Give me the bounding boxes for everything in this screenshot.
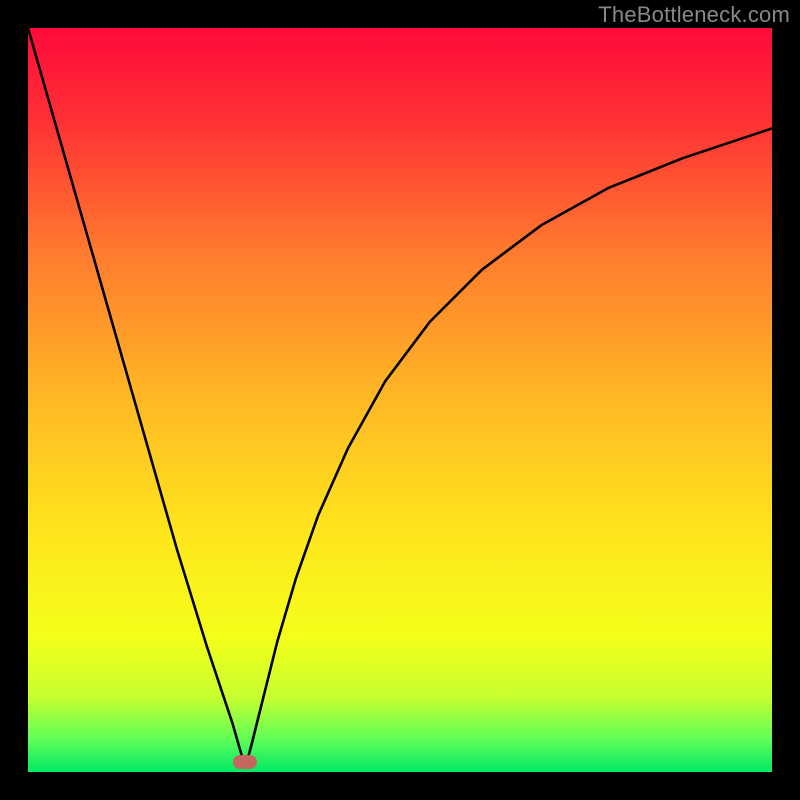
plot-area (28, 28, 772, 772)
gradient-background (28, 28, 772, 772)
chart-svg (28, 28, 772, 772)
minimum-marker (233, 755, 257, 769)
chart-frame: TheBottleneck.com (0, 0, 800, 800)
watermark-text: TheBottleneck.com (598, 2, 790, 28)
